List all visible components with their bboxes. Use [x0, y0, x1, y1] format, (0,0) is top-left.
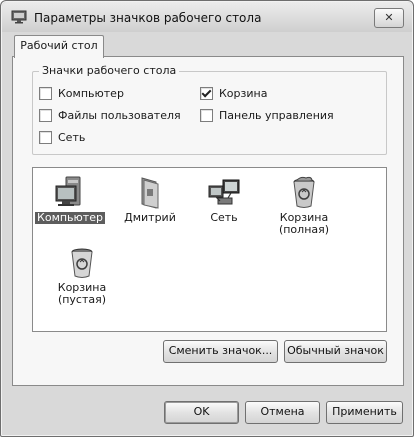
close-icon: ✕: [384, 11, 394, 24]
icon-item-recycle-bin-full[interactable]: Корзина (полная): [267, 174, 341, 236]
dialog-window: Параметры значков рабочего стола ✕ Рабоч…: [0, 0, 414, 437]
restore-default-icon-button[interactable]: Обычный значок: [284, 340, 387, 363]
checkbox-label: Компьютер: [58, 87, 124, 100]
network-icon: [208, 179, 240, 205]
checkbox-box[interactable]: [200, 109, 213, 122]
checkbox-network[interactable]: Сеть: [39, 130, 85, 145]
close-button[interactable]: ✕: [374, 8, 404, 28]
icon-label: Корзина (пустая): [57, 281, 107, 306]
checkbox-user-files[interactable]: Файлы пользователя: [39, 108, 181, 123]
icon-item-network[interactable]: Сеть: [187, 174, 261, 224]
ok-button[interactable]: OK: [164, 401, 239, 424]
tab-desktop[interactable]: Рабочий стол: [14, 35, 104, 58]
checkbox-box[interactable]: [39, 87, 52, 100]
icon-item-recycle-bin-empty[interactable]: Корзина (пустая): [45, 244, 119, 306]
change-icon-button[interactable]: Сменить значок...: [163, 340, 278, 363]
checkbox-box[interactable]: [200, 87, 213, 100]
checkbox-label: Файлы пользователя: [58, 109, 181, 122]
checkbox-control-panel[interactable]: Панель управления: [200, 108, 334, 123]
checkbox-label: Сеть: [58, 131, 86, 144]
checkbox-computer[interactable]: Компьютер: [39, 86, 124, 101]
cancel-button[interactable]: Отмена: [245, 401, 320, 424]
computer-icon: [55, 176, 81, 206]
icon-label: Компьютер: [35, 211, 105, 224]
checkbox-label: Панель управления: [219, 109, 334, 122]
desktop-properties-icon: [11, 10, 27, 24]
window-title: Параметры значков рабочего стола: [34, 11, 262, 25]
desktop-icons-group: Значки рабочего стола Компьютер Корзина …: [32, 64, 387, 155]
user-folder-icon: [141, 177, 159, 209]
recycle-bin-empty-icon: [71, 248, 93, 278]
icon-label: Сеть: [210, 211, 238, 224]
tab-panel-desktop: Значки рабочего стола Компьютер Корзина …: [12, 56, 404, 386]
checkbox-box[interactable]: [39, 109, 52, 122]
checkbox-recycle-bin[interactable]: Корзина: [200, 86, 267, 101]
icon-label: Корзина (полная): [278, 211, 330, 236]
icon-item-computer[interactable]: Компьютер: [33, 174, 107, 224]
apply-button[interactable]: Применить: [326, 401, 403, 424]
title-bar[interactable]: Параметры значков рабочего стола ✕: [2, 2, 412, 32]
checkbox-box[interactable]: [39, 131, 52, 144]
group-legend: Значки рабочего стола: [39, 64, 180, 77]
icon-label: Дмитрий: [124, 211, 176, 224]
icon-item-user[interactable]: Дмитрий: [113, 174, 187, 224]
recycle-bin-full-icon: [293, 176, 315, 208]
checkbox-label: Корзина: [219, 87, 268, 100]
icon-list[interactable]: Компьютер Дмитрий Сеть Корзина (полная) …: [32, 167, 387, 332]
